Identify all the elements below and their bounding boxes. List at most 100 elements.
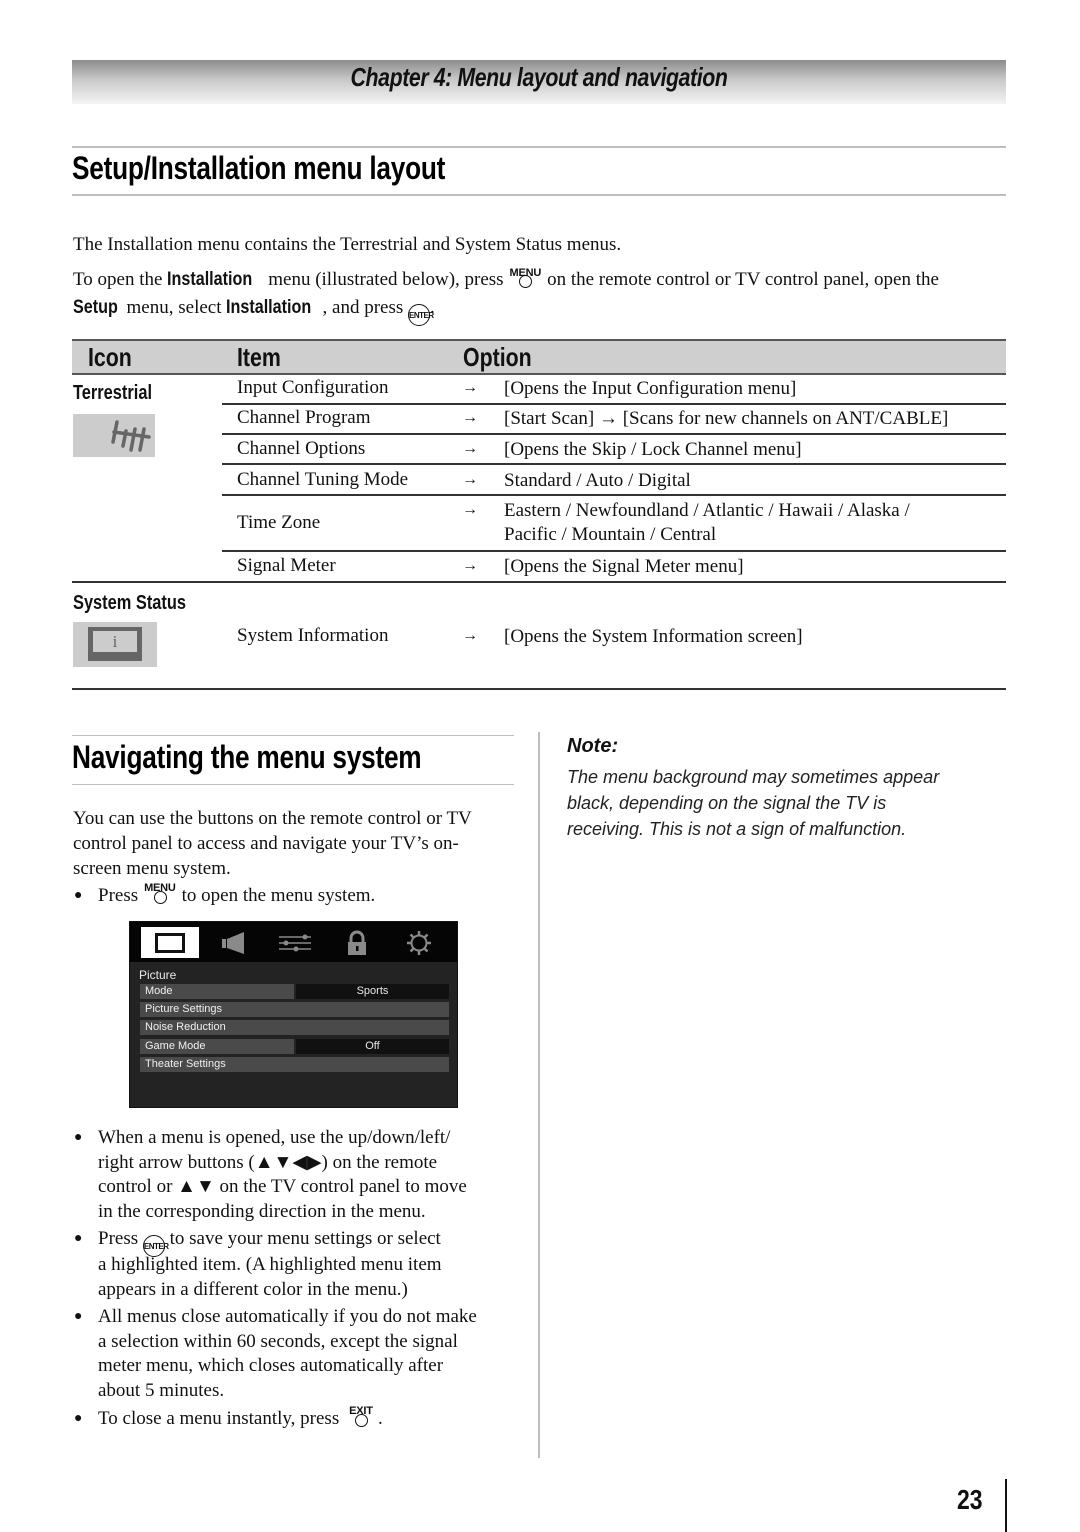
- menu-button-icon: MENU: [508, 267, 542, 291]
- sliders-icon: [279, 934, 311, 951]
- bullet-item: ● When a menu is opened, use the up/down…: [72, 1126, 522, 1224]
- section-heading-setup: Setup/Installation menu layout: [72, 150, 446, 186]
- row-label-cell: Mode: [140, 984, 294, 999]
- bold-term: Installation: [167, 269, 253, 290]
- lock-icon: [348, 930, 366, 955]
- text-line: appears in a different color in the menu…: [98, 1278, 408, 1300]
- bullet-icon: ●: [74, 1231, 83, 1246]
- table-row-item: System Information: [237, 625, 389, 646]
- arrow-icon: →: [462, 409, 478, 426]
- table-row-option: [Opens the Signal Meter menu]: [504, 556, 744, 577]
- tab-lock: [328, 927, 386, 958]
- row-divider: [222, 463, 1006, 465]
- bold-term: Installation: [226, 297, 312, 318]
- table-row-item: Input Configuration: [237, 377, 389, 398]
- tv-menu-tabbar: [130, 922, 457, 962]
- table-row-option-line2: Pacific / Mountain / Central: [504, 524, 717, 545]
- page-marker-bar: [1005, 1479, 1007, 1532]
- text-line: a selection within 60 seconds, except th…: [98, 1330, 458, 1352]
- circle-icon: [153, 891, 167, 904]
- gear-icon: [407, 930, 431, 955]
- text: To open the: [73, 269, 168, 290]
- text: menu, select: [121, 297, 227, 318]
- text-line: control or ▲▼ on the TV control panel to…: [98, 1176, 467, 1197]
- antenna-glyph: [111, 420, 151, 452]
- table-row-item: Time Zone: [237, 512, 321, 533]
- text-line: The menu background may sometimes appear: [567, 767, 940, 787]
- table-row-item: Channel Tuning Mode: [237, 469, 409, 490]
- circle-icon: [354, 1414, 368, 1427]
- chapter-banner: Chapter 4: Menu layout and navigation: [72, 60, 1006, 104]
- text: .: [377, 1408, 383, 1429]
- row-label: Picture Settings: [145, 1003, 223, 1015]
- group-label-terrestrial: Terrestrial: [73, 382, 153, 404]
- tab-adjust: [266, 927, 324, 958]
- row-label: Theater Settings: [145, 1058, 226, 1070]
- column-divider: [538, 732, 540, 1458]
- table-row-option: [Opens the Input Configuration menu]: [504, 378, 797, 399]
- tab-sound: [204, 927, 262, 958]
- bullet-item: ● To close a menu instantly, press EXIT.: [72, 1405, 522, 1432]
- group-label-system-status: System Status: [73, 592, 187, 614]
- tab-picture: [141, 927, 199, 958]
- text: menu (illustrated below), press: [263, 269, 509, 290]
- text-line: a highlighted item. (A highlighted menu …: [98, 1254, 442, 1275]
- text: to open the menu system.: [176, 885, 376, 906]
- info-glyph: i: [93, 631, 137, 652]
- text: Press: [98, 1228, 143, 1249]
- info-screen-icon: i: [73, 622, 157, 667]
- tv-menu-illustration: Picture Mode Sports Picture Settings Noi…: [129, 921, 458, 1108]
- tv-menu-row-noise-reduction: Noise Reduction: [140, 1020, 449, 1035]
- tv-menu-section-title: Picture: [139, 968, 177, 982]
- row-label: Mode: [145, 985, 173, 997]
- column-header-option: Option: [463, 342, 532, 372]
- text: , and press: [322, 297, 409, 318]
- bullet-item: ● Press ENTER to save your menu settings…: [72, 1227, 522, 1302]
- page-number: 23: [957, 1484, 983, 1515]
- arrow-icon: →: [462, 471, 478, 488]
- divider: [72, 735, 514, 736]
- text: to save your menu settings or select: [164, 1228, 441, 1249]
- text-line: When a menu is opened, use the up/down/l…: [98, 1127, 451, 1148]
- divider: [72, 194, 1006, 196]
- tv-menu-row-game-mode: Game Mode Off: [140, 1039, 449, 1054]
- table-row-option: [Opens the System Information screen]: [504, 626, 803, 647]
- enter-button-icon: ENTER: [408, 304, 434, 326]
- row-label: Noise Reduction: [145, 1021, 226, 1033]
- screen-frame: i: [88, 627, 142, 661]
- text-line: right arrow buttons (▲▼◀▶) on the remote: [98, 1151, 438, 1173]
- menu-button-icon: MENU: [143, 882, 177, 907]
- arrow-icon: →: [462, 379, 478, 396]
- text-line: receiving. This is not a sign of malfunc…: [567, 819, 907, 839]
- setup-instructions-line2: Setup menu, select Installation , and pre…: [73, 294, 435, 326]
- bullet-icon: ●: [74, 1309, 83, 1324]
- text: on the remote control or TV control pane…: [542, 269, 939, 290]
- row-label-cell: Game Mode: [140, 1039, 294, 1054]
- note-title: Note:: [567, 735, 619, 757]
- divider: [72, 784, 514, 785]
- text-line: You can use the buttons on the remote co…: [73, 808, 472, 829]
- setup-intro: The Installation menu contains the Terre…: [73, 234, 622, 255]
- table-row-item: Channel Program: [237, 407, 371, 428]
- bold-term: Setup: [73, 297, 118, 318]
- text: To close a menu instantly, press: [98, 1408, 344, 1429]
- text: .: [430, 297, 435, 318]
- column-header-icon: Icon: [88, 342, 132, 372]
- table-row-item: Signal Meter: [237, 555, 336, 576]
- exit-button-icon: EXIT: [344, 1405, 378, 1430]
- text-line: in the corresponding direction in the me…: [98, 1200, 426, 1222]
- row-divider: [222, 403, 1006, 405]
- bullet-list-2: ● When a menu is opened, use the up/down…: [72, 1126, 522, 1435]
- divider: [72, 146, 1006, 148]
- table-row-option: [Opens the Skip / Lock Channel menu]: [504, 439, 802, 460]
- row-divider: [222, 433, 1006, 435]
- section-heading-navigating: Navigating the menu system: [72, 739, 422, 775]
- bullet-item: ● Press MENU to open the menu system.: [72, 882, 522, 909]
- arrow-icon: →: [462, 557, 478, 574]
- speaker-icon: [222, 931, 244, 954]
- chapter-title: Chapter 4: Menu layout and navigation: [350, 62, 728, 92]
- tab-setup: [390, 927, 448, 958]
- text-line: meter menu, which closes automatically a…: [98, 1355, 444, 1376]
- text-line: screen menu system.: [73, 858, 231, 879]
- table-row-item: Channel Options: [237, 438, 366, 459]
